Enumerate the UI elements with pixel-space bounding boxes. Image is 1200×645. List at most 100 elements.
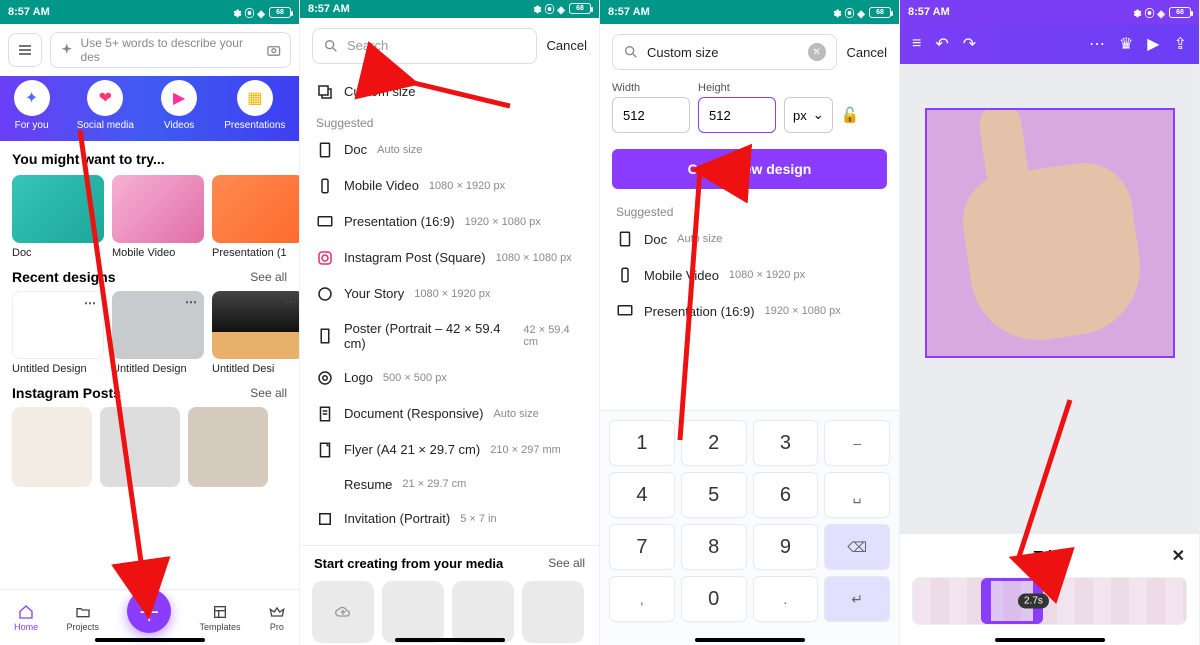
thumb-doc[interactable] <box>12 175 104 243</box>
key[interactable]: 7 <box>609 524 675 570</box>
ig-row[interactable] <box>0 405 299 489</box>
see-all-ig[interactable]: See all <box>250 386 287 400</box>
height-label: Height <box>698 82 776 94</box>
key-space[interactable]: ␣ <box>824 472 890 518</box>
resize-icon <box>316 83 334 101</box>
see-all-recent[interactable]: See all <box>250 270 287 284</box>
key-enter[interactable]: ↵ <box>824 576 890 622</box>
undo-icon[interactable]: ↶ <box>935 34 948 54</box>
fab-create[interactable]: ＋ <box>127 589 171 633</box>
upload-tile[interactable] <box>312 581 374 643</box>
document-icon <box>316 405 334 423</box>
cancel-button[interactable]: Cancel <box>547 38 587 53</box>
search-icon <box>323 38 339 54</box>
thumb-ig[interactable] <box>12 407 92 487</box>
search-input[interactable]: Use 5+ words to describe your des <box>50 32 291 68</box>
key-dash[interactable]: – <box>824 420 890 466</box>
canvas[interactable] <box>900 64 1199 534</box>
bottom-nav: Home Projects ＋ Templates Pro <box>0 589 299 645</box>
ig-heading: Instagram Posts <box>12 385 121 401</box>
create-design-button[interactable]: Create new design <box>612 149 887 189</box>
selected-frame[interactable] <box>925 108 1175 358</box>
status-bar: 8:57 AM ✽ ⦿ ◈ 68 <box>600 0 899 24</box>
key[interactable]: 4 <box>609 472 675 518</box>
screenshot-3: 8:57 AM ✽ ⦿ ◈ 68 Custom size ✕ Cancel Wi… <box>600 0 900 645</box>
width-label: Width <box>612 82 690 94</box>
chip-for-you[interactable]: ✦For you <box>14 80 50 131</box>
see-all-media[interactable]: See all <box>548 556 585 570</box>
list-item[interactable]: Logo500 × 500 px <box>300 360 599 396</box>
recent-row[interactable]: ⋯Untitled Design ⋯Untitled Design ⋯Untit… <box>0 289 299 377</box>
media-tile[interactable] <box>382 581 444 643</box>
list-item[interactable]: Mobile Video1080 × 1920 px <box>300 168 599 204</box>
thumb-mobile-video[interactable] <box>112 175 204 243</box>
key[interactable]: 2 <box>681 420 747 466</box>
key[interactable]: 9 <box>753 524 819 570</box>
list-item[interactable]: Your Story1080 × 1920 px <box>300 276 599 312</box>
custom-size-row[interactable]: Custom size <box>300 74 599 110</box>
chip-videos[interactable]: ▶Videos <box>161 80 197 131</box>
lock-icon[interactable]: 🔓 <box>841 97 860 133</box>
list-item[interactable]: Invitation (Portrait)5 × 7 in <box>300 501 599 537</box>
search-input[interactable]: Search <box>312 28 537 64</box>
thumb-recent[interactable]: ⋯ <box>12 291 104 359</box>
list-item[interactable]: Flyer (A4 21 × 29.7 cm)210 × 297 mm <box>300 432 599 468</box>
chip-presentations[interactable]: ▦Presentations <box>224 80 285 131</box>
key[interactable]: 0 <box>681 576 747 622</box>
chip-social-media[interactable]: ❤Social media <box>77 80 134 131</box>
share-icon[interactable]: ⇪ <box>1174 34 1187 54</box>
key[interactable]: 6 <box>753 472 819 518</box>
media-row[interactable] <box>300 577 599 645</box>
nav-home[interactable]: Home <box>14 604 38 632</box>
width-input[interactable] <box>612 97 690 133</box>
key-backspace[interactable]: ⌫ <box>824 524 890 570</box>
clear-icon[interactable]: ✕ <box>808 43 826 61</box>
key-comma[interactable]: , <box>609 576 675 622</box>
unit-select[interactable]: px⌄ <box>784 97 833 133</box>
media-tile[interactable] <box>522 581 584 643</box>
list-item[interactable]: Resume21 × 29.7 cm <box>300 468 599 501</box>
list-item[interactable]: Presentation (16:9)1920 × 1080 px <box>300 204 599 240</box>
camera-icon <box>266 42 282 58</box>
key[interactable]: 8 <box>681 524 747 570</box>
nav-templates[interactable]: Templates <box>200 604 241 632</box>
media-tile[interactable] <box>452 581 514 643</box>
screenshot-2: 8:57 AM ✽ ⦿ ◈ 68 Search Cancel Custom si… <box>300 0 600 645</box>
trim-title: Trim <box>1034 548 1066 565</box>
list-item[interactable]: Instagram Post (Square)1080 × 1080 px <box>300 240 599 276</box>
try-row[interactable]: Doc Mobile Video Presentation (1 <box>0 173 299 261</box>
thumb-recent[interactable]: ⋯ <box>212 291 299 359</box>
nav-projects[interactable]: Projects <box>66 604 99 632</box>
home-icon <box>18 604 34 620</box>
list-item[interactable]: DocAuto size <box>300 132 599 168</box>
timeline[interactable]: 2.7s <box>912 577 1187 625</box>
menu-icon[interactable]: ≡ <box>912 35 921 53</box>
crown-icon[interactable]: ♛ <box>1119 34 1133 54</box>
height-input[interactable] <box>698 97 776 133</box>
thumb-ig[interactable] <box>188 407 268 487</box>
key[interactable]: 5 <box>681 472 747 518</box>
thumb-presentation[interactable] <box>212 175 299 243</box>
cancel-button[interactable]: Cancel <box>847 45 887 60</box>
play-icon[interactable]: ▶ <box>1147 34 1159 54</box>
list-item[interactable]: DocAuto size <box>600 221 899 257</box>
search-input[interactable]: Custom size ✕ <box>612 34 837 70</box>
doc-icon <box>616 230 634 248</box>
list-item[interactable]: Mobile Video1080 × 1920 px <box>600 257 899 293</box>
nav-pro[interactable]: Pro <box>269 604 285 632</box>
hamburger-menu[interactable] <box>8 33 42 67</box>
key[interactable]: 1 <box>609 420 675 466</box>
list-item[interactable]: Poster (Portrait – 42 × 59.4 cm)42 × 59.… <box>300 312 599 360</box>
list-item[interactable]: Presentation (16:9)1920 × 1080 px <box>600 293 899 329</box>
thumb-ig[interactable] <box>100 407 180 487</box>
thumb-recent[interactable]: ⋯ <box>112 291 204 359</box>
more-icon[interactable]: ⋯ <box>1089 34 1105 54</box>
close-icon[interactable]: ✕ <box>1172 546 1185 566</box>
list-item[interactable]: Document (Responsive)Auto size <box>300 396 599 432</box>
home-indicator <box>395 638 505 642</box>
story-icon <box>316 285 334 303</box>
folder-icon <box>75 604 91 620</box>
key-dot[interactable]: . <box>753 576 819 622</box>
redo-icon[interactable]: ↷ <box>963 34 976 54</box>
key[interactable]: 3 <box>753 420 819 466</box>
